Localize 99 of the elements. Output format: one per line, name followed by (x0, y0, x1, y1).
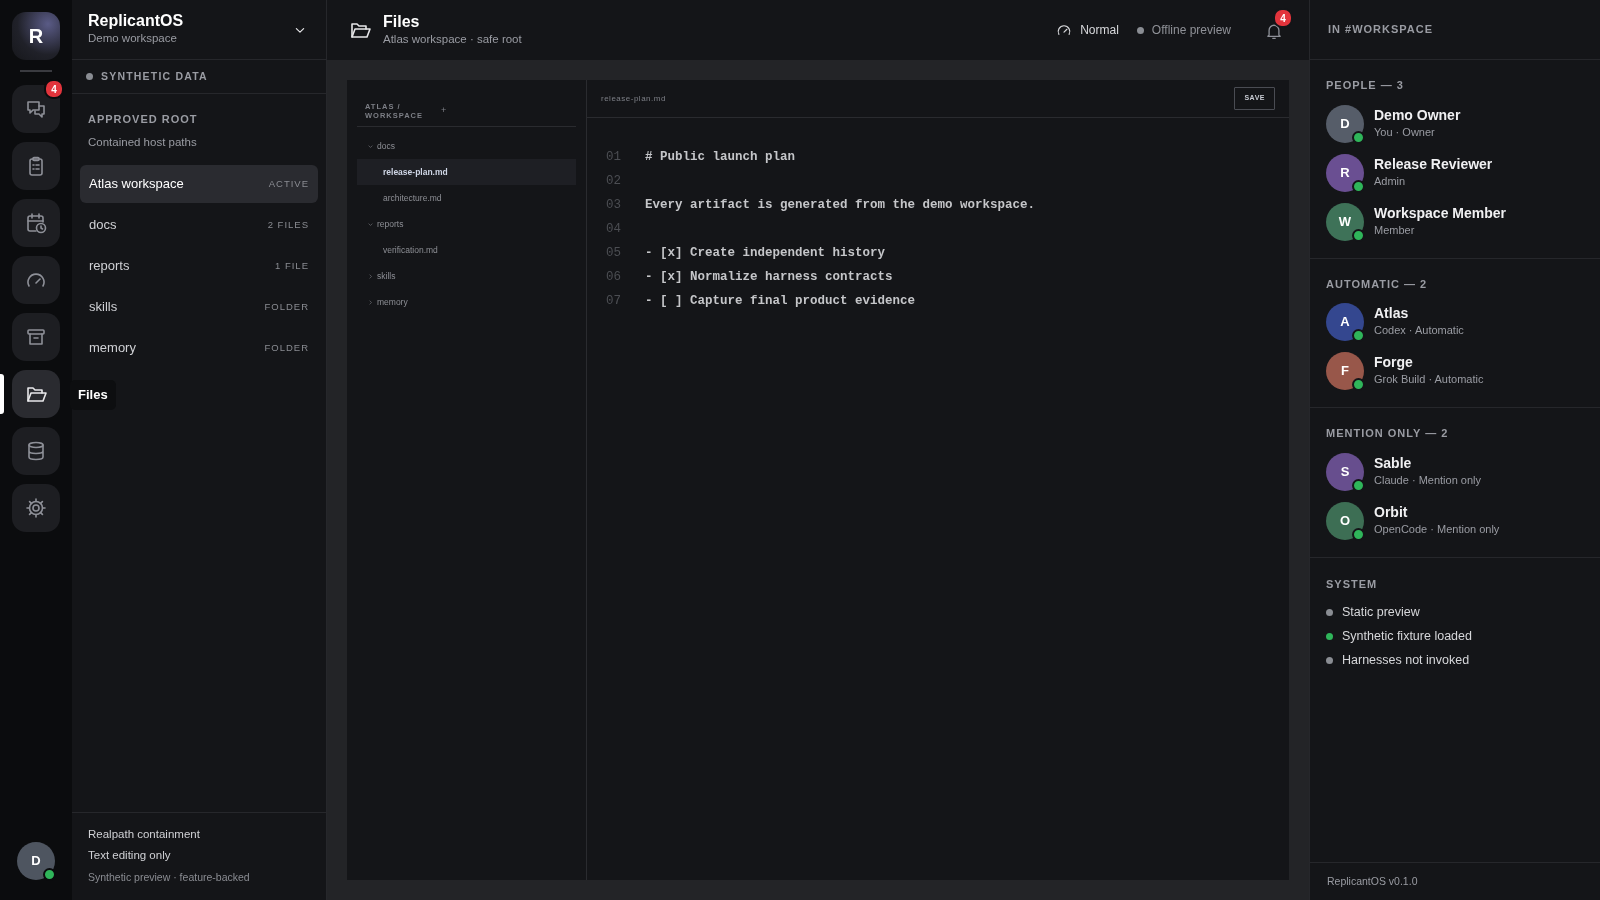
nav-button[interactable] (12, 427, 60, 475)
group-title: AUTOMATIC — 2 (1326, 276, 1429, 292)
member-avatar: O (1326, 501, 1364, 540)
root-label: memory (89, 339, 136, 357)
member-avatar: D (1326, 104, 1364, 143)
version-label: ReplicantOS v0.1.0 (1310, 862, 1600, 900)
file-item[interactable]: architecture.md (357, 185, 576, 211)
line-number: 07 (606, 292, 622, 310)
folder-item[interactable]: reports (357, 211, 576, 237)
file-item[interactable]: release-plan.md (357, 159, 576, 185)
group-title: PEOPLE — 3 (1326, 78, 1405, 93)
gauge-icon (1056, 22, 1073, 38)
folder-item[interactable]: docs (357, 133, 576, 159)
member-role: Claude · Mention only (1374, 472, 1481, 488)
nav-button[interactable] (12, 313, 60, 361)
nav-button[interactable] (12, 199, 60, 247)
panel-title: IN #WORKSPACE (1328, 22, 1434, 38)
add-button[interactable]: + (441, 104, 447, 118)
archive-icon (25, 326, 47, 348)
workspace-subtitle: Demo workspace (88, 31, 178, 47)
member-name: Forge (1374, 354, 1414, 372)
member-name: Release Reviewer (1374, 155, 1493, 173)
root-label: docs (89, 216, 117, 234)
folder-item[interactable]: memory (357, 289, 576, 315)
nav-button[interactable] (12, 85, 60, 133)
member-name: Sable (1374, 454, 1413, 472)
database-icon (25, 440, 47, 462)
data-tag: SYNTHETIC DATA (101, 68, 208, 85)
calendar-clock-icon (25, 212, 47, 234)
root-label: Atlas workspace (89, 175, 184, 193)
file-name: release-plan.md (601, 92, 666, 105)
member-role: Member (1374, 222, 1416, 238)
code-line: - [ ] Capture final product evidence (645, 292, 916, 310)
member-avatar: F (1326, 352, 1364, 390)
code-line: Every artifact is generated from the demo workspace. (645, 196, 1036, 214)
status-dot (86, 73, 93, 80)
file-item[interactable]: verification.md (357, 237, 576, 263)
workspace-title: ReplicantOS (88, 11, 184, 31)
root-item[interactable]: reports 1 FILE (80, 246, 318, 285)
notification-badge: 4 (44, 79, 64, 99)
section-subtitle: Contained host paths (88, 134, 198, 150)
page-subtitle: Atlas workspace · safe root (383, 31, 523, 47)
user-avatar[interactable]: D (17, 842, 55, 880)
code-line: - [x] Normalize harness contracts (645, 268, 893, 286)
line-number: 04 (606, 220, 622, 238)
page-title: Files (383, 11, 421, 31)
app-logo[interactable]: R (12, 12, 60, 60)
tooltip: Files (70, 380, 116, 410)
footer-line: Realpath containment (88, 826, 201, 842)
root-label: reports (89, 257, 130, 275)
code-line: # Public launch plan (645, 148, 796, 166)
chat-icon (25, 98, 47, 120)
member-name: Workspace Member (1374, 204, 1506, 222)
root-label: skills (89, 298, 118, 316)
member-role: Admin (1374, 173, 1407, 189)
notification-badge: 4 (1273, 8, 1293, 28)
root-meta: FOLDER (264, 340, 309, 355)
status-label: Harnesses not invoked (1342, 651, 1470, 669)
member-role: You · Owner (1374, 124, 1436, 140)
root-meta: FOLDER (264, 299, 309, 314)
status-label: Synthetic fixture loaded (1342, 627, 1472, 645)
settings-icon (25, 497, 47, 519)
mode-label: Normal (1080, 22, 1119, 39)
line-number: 02 (606, 172, 622, 190)
root-meta: ACTIVE (268, 176, 309, 191)
member-role: Grok Build · Automatic (1374, 372, 1484, 388)
root-item[interactable]: skills FOLDER (80, 287, 318, 326)
active-indicator (0, 374, 4, 414)
member-role: OpenCode · Mention only (1374, 521, 1500, 537)
root-meta: 2 FILES (267, 217, 309, 232)
section-title: APPROVED ROOT (88, 112, 199, 127)
root-item[interactable]: Atlas workspace ACTIVE (80, 164, 318, 203)
member-avatar: S (1326, 452, 1364, 491)
root-meta: 1 FILE (275, 258, 309, 273)
group-title: SYSTEM (1326, 576, 1379, 592)
nav-button[interactable] (12, 370, 60, 418)
status-label: Offline preview (1151, 22, 1231, 39)
member-avatar: W (1326, 202, 1364, 241)
line-number: 01 (606, 148, 622, 166)
root-item[interactable]: docs 2 FILES (80, 205, 318, 244)
member-name: Atlas (1374, 305, 1410, 323)
status-label: Static preview (1342, 603, 1420, 621)
line-number: 03 (606, 196, 622, 214)
member-avatar: R (1326, 153, 1364, 192)
member-name: Orbit (1374, 503, 1409, 521)
footer-line: Text editing only (88, 848, 172, 863)
root-item[interactable]: memory FOLDER (80, 328, 318, 367)
group-title: MENTION ONLY — 2 (1326, 426, 1450, 441)
code-line: - [x] Create independent history (645, 244, 886, 262)
status-dot (1136, 26, 1144, 34)
line-number: 05 (606, 244, 622, 262)
member-role: Codex · Automatic (1374, 323, 1464, 339)
nav-button[interactable] (12, 484, 60, 532)
footer-note: Synthetic preview · feature-backed (88, 870, 251, 886)
member-avatar: A (1326, 303, 1364, 341)
line-number: 06 (606, 268, 622, 286)
member-name: Demo Owner (1374, 106, 1461, 124)
folder-item[interactable]: skills (357, 263, 576, 289)
nav-button[interactable] (12, 142, 60, 190)
